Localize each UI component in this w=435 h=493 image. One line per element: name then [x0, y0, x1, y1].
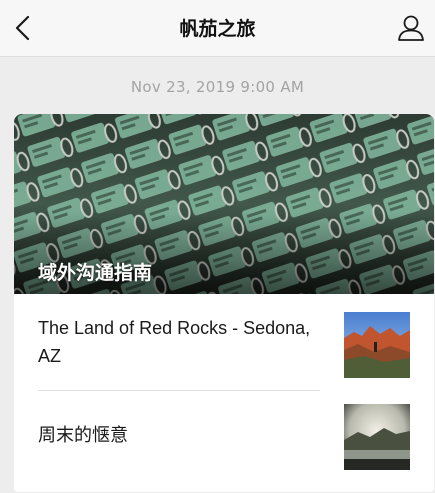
cover-title: 域外沟通指南 — [38, 262, 153, 284]
thumbnail-image — [344, 312, 410, 378]
article-item-sedona[interactable]: The Land of Red Rocks - Sedona, AZ — [14, 294, 434, 390]
person-icon — [398, 15, 424, 41]
article-thumbnail — [344, 312, 410, 378]
message-timestamp: Nov 23, 2019 9:00 AM — [130, 78, 305, 96]
article-title: 周末的惬意 — [38, 425, 128, 445]
thumbnail-image — [344, 404, 410, 470]
article-thumbnail — [344, 404, 410, 470]
cover-article[interactable]: 域外沟通指南 — [14, 114, 434, 294]
navigation-bar: 帆茄之旅 — [0, 0, 435, 57]
profile-button[interactable] — [395, 12, 427, 44]
article-item-weekend[interactable]: 周末的惬意 — [14, 391, 434, 492]
article-card: 域外沟通指南 The Land of Red Rocks - Sedona, A… — [14, 114, 434, 492]
page-title: 帆茄之旅 — [179, 18, 256, 40]
article-title: The Land of Red Rocks - Sedona, AZ — [38, 318, 311, 366]
